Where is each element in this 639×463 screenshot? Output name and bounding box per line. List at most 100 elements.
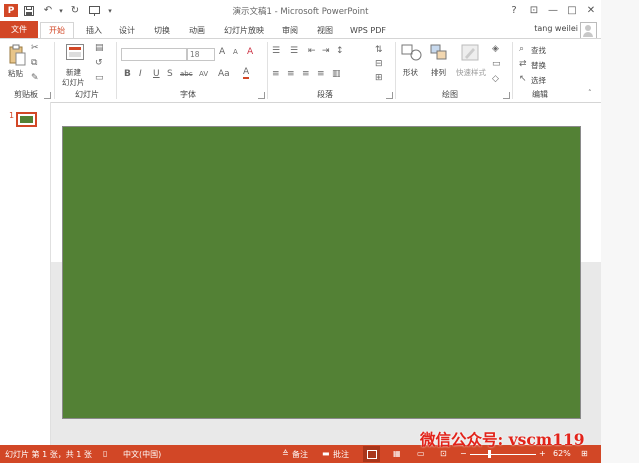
underline-button[interactable]: U [153,69,160,79]
tab-design[interactable]: 设计 [113,23,141,38]
tab-view[interactable]: 视图 [311,23,339,38]
find-icon[interactable]: ⌕ [519,44,524,54]
change-case-button[interactable]: Aa [218,69,230,79]
bullets-icon[interactable]: ☰ [272,46,280,56]
zoom-in-button[interactable]: + [539,449,546,458]
new-slide-label-2[interactable]: 幻灯片 [62,77,85,88]
slideshow-icon[interactable]: ⊡ [440,449,447,458]
help-button[interactable]: ? [506,3,522,17]
slide-thumbnail[interactable] [16,112,37,127]
group-separator [267,42,268,99]
numbering-icon[interactable]: ☰ [290,46,298,56]
spell-check-icon[interactable]: ▯ [103,449,107,458]
shapes-label[interactable]: 形状 [403,67,418,78]
text-direction-icon[interactable]: ⇅ [375,45,383,55]
tab-slideshow[interactable]: 幻灯片放映 [218,23,270,38]
replace-icon[interactable]: ⇄ [519,59,527,69]
character-spacing-button[interactable]: AV [199,70,208,78]
increase-indent-icon[interactable]: ⇥ [322,46,330,56]
shapes-icon[interactable] [401,44,423,62]
quick-styles-icon[interactable] [461,44,479,62]
shape-outline-icon[interactable]: ▭ [492,59,501,69]
grow-font-icon[interactable]: A [219,47,225,57]
strikethrough-button[interactable]: abc [180,70,193,78]
normal-view-button[interactable] [363,446,380,462]
font-dialog-launcher-icon[interactable] [258,92,265,99]
slide-canvas[interactable] [62,126,581,419]
tab-wps-pdf[interactable]: WPS PDF [345,23,391,38]
ribbon-display-options-icon[interactable]: ⊡ [526,3,542,17]
group-paragraph-label: 段落 [317,90,333,99]
user-name[interactable]: tang weilei [534,24,578,33]
tab-animations[interactable]: 动画 [183,23,211,38]
cut-icon[interactable]: ✂ [31,43,39,53]
justify-icon[interactable]: ≡ [317,69,325,79]
slide-sorter-icon[interactable]: ▦ [393,449,401,458]
text-shadow-button[interactable]: S [167,69,173,79]
find-button[interactable]: 查找 [531,45,546,56]
clear-formatting-icon[interactable]: A [247,47,253,57]
font-color-button[interactable]: A [243,68,250,79]
paste-label[interactable]: 粘贴 [8,68,23,79]
reading-view-icon[interactable]: ▭ [417,449,425,458]
tab-review[interactable]: 审阅 [276,23,304,38]
slide-count: 幻灯片 第 1 张，共 1 张 [5,450,92,459]
paragraph-dialog-launcher-icon[interactable] [386,92,393,99]
font-name-combo[interactable] [121,48,187,61]
font-size-combo[interactable]: 18 [187,48,215,61]
new-slide-icon[interactable] [66,44,84,62]
shrink-font-icon[interactable]: A [233,48,238,56]
decrease-indent-icon[interactable]: ⇤ [308,46,316,56]
title-bar: P ↶ ▾ ↻ ▾ 演示文稿1 - Microsoft PowerPoint ?… [0,0,601,21]
arrange-label[interactable]: 排列 [431,67,446,78]
bold-button[interactable]: B [124,69,131,79]
notes-icon[interactable]: ≙ [282,449,289,458]
select-button[interactable]: 选择 [531,75,546,86]
align-left-icon[interactable]: ≡ [272,69,280,79]
tab-home[interactable]: 开始 [40,22,74,39]
align-right-icon[interactable]: ≡ [302,69,310,79]
avatar[interactable] [580,22,597,39]
align-text-icon[interactable]: ⊟ [375,59,383,69]
clipboard-dialog-launcher-icon[interactable] [44,92,51,99]
line-spacing-icon[interactable]: ↕ [336,46,344,56]
format-painter-icon[interactable]: ✎ [31,73,39,83]
thumbnail-number: 1 [9,111,15,120]
reset-icon[interactable]: ↺ [95,58,103,68]
language-indicator[interactable]: 中文(中国) [123,449,161,460]
drawing-dialog-launcher-icon[interactable] [503,92,510,99]
zoom-slider[interactable] [470,454,536,455]
group-separator [512,42,513,99]
collapse-ribbon-icon[interactable]: ˄ [588,89,592,97]
comments-button[interactable]: 批注 [333,449,349,460]
fit-to-window-icon[interactable]: ⊞ [581,449,588,458]
shape-fill-icon[interactable]: ◈ [492,44,499,54]
zoom-level[interactable]: 62% [553,449,571,458]
tab-insert[interactable]: 插入 [80,23,108,38]
smartart-icon[interactable]: ⊞ [375,73,383,83]
align-center-icon[interactable]: ≡ [287,69,295,79]
tab-file[interactable]: 文件 [0,21,38,38]
zoom-out-button[interactable]: − [460,449,467,458]
select-icon[interactable]: ↖ [519,74,527,84]
arrange-icon[interactable] [430,44,448,62]
quick-styles-label[interactable]: 快速样式 [456,67,486,78]
layout-icon[interactable]: ▤ [95,43,104,53]
close-button[interactable]: ✕ [583,3,599,17]
notes-button[interactable]: 备注 [292,449,308,460]
tab-transitions[interactable]: 切换 [148,23,176,38]
shape-effects-icon[interactable]: ◇ [492,74,499,84]
slide-thumbnail-pane: 1 [0,102,51,445]
group-drawing-label: 绘图 [442,90,458,99]
italic-button[interactable]: I [139,69,142,79]
maximize-button[interactable]: □ [564,3,580,17]
window-edge [601,0,639,463]
copy-icon[interactable]: ⧉ [31,58,37,68]
zoom-slider-thumb[interactable] [488,450,491,458]
replace-button[interactable]: 替换 [531,60,546,71]
comments-icon[interactable]: ▬ [322,449,330,458]
paste-icon[interactable] [8,44,26,66]
minimize-button[interactable]: — [545,3,561,17]
section-icon[interactable]: ▭ [95,73,104,83]
columns-icon[interactable]: ▥ [332,69,341,79]
